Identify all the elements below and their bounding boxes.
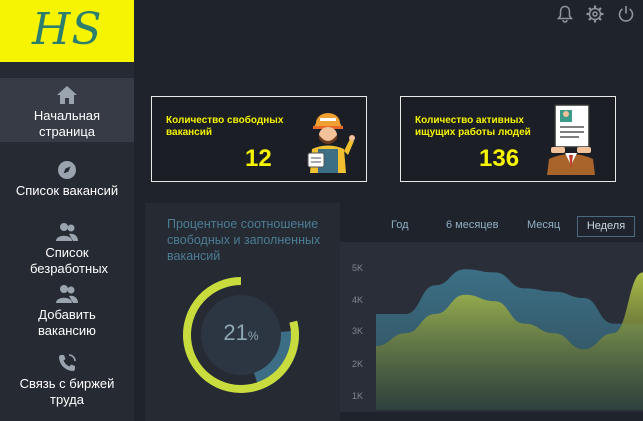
y-tick-label: 2K: [352, 359, 364, 369]
sidebar-item-vacancies[interactable]: Список вакансий: [0, 160, 134, 200]
sidebar-item-label: Список вакансий: [15, 183, 119, 198]
users-icon: [56, 223, 78, 241]
power-icon[interactable]: [617, 5, 635, 23]
ratio-percent-sign: %: [247, 329, 259, 343]
area-chart: [376, 269, 643, 410]
vacancies-count-card: Количество свободных вакансий 12: [151, 96, 367, 182]
y-tick-label: 1K: [352, 391, 364, 401]
sidebar-item-home[interactable]: Начальная страница: [0, 78, 134, 142]
y-tick-label: 3K: [352, 326, 364, 336]
sidebar-item-add-vacancy[interactable]: Добавить вакансию: [0, 284, 134, 338]
card-title: Количество свободных вакансий: [166, 115, 284, 138]
tab-year[interactable]: Год: [391, 219, 409, 231]
y-tick-label: 4K: [352, 295, 364, 305]
card-value: 136: [479, 145, 520, 172]
bell-icon[interactable]: [556, 5, 574, 23]
home-icon: [57, 86, 77, 104]
card-title: Количество активных ищущих работы людей: [415, 115, 531, 138]
tab-week[interactable]: Неделя: [577, 216, 635, 237]
sidebar: HS Начальная страница Список вакансий Сп…: [0, 0, 134, 421]
job-seekers-count-card: Количество активных ищущих работы людей …: [400, 96, 616, 182]
sidebar-item-labor-exchange[interactable]: Связь с биржей труда: [0, 353, 134, 407]
sidebar-item-label: Связь с биржей труда: [19, 376, 115, 407]
sidebar-item-label: Начальная страница: [33, 108, 101, 139]
users-icon: [56, 285, 78, 303]
card-value: 12: [245, 145, 272, 172]
sidebar-item-unemployed[interactable]: Список безработных: [0, 222, 134, 276]
tab-month[interactable]: Месяц: [527, 219, 560, 231]
worker-illustration: [307, 113, 355, 173]
y-tick-label: 5K: [352, 263, 364, 273]
resume-illustration: [547, 104, 595, 175]
sidebar-item-label: Добавить вакансию: [38, 307, 96, 338]
compass-icon: [58, 161, 76, 179]
tab-6-months[interactable]: 6 месяцев: [446, 219, 498, 231]
logo-text: HS: [32, 4, 103, 55]
gear-icon[interactable]: [586, 5, 604, 23]
ratio-percent: 21%: [205, 320, 277, 346]
sidebar-item-label: Список безработных: [30, 245, 109, 276]
app-logo[interactable]: HS: [0, 0, 134, 62]
ratio-title: Процентное соотношение свободных и запол…: [167, 217, 321, 263]
phone-icon: [59, 354, 76, 371]
ratio-percent-value: 21: [223, 320, 248, 345]
